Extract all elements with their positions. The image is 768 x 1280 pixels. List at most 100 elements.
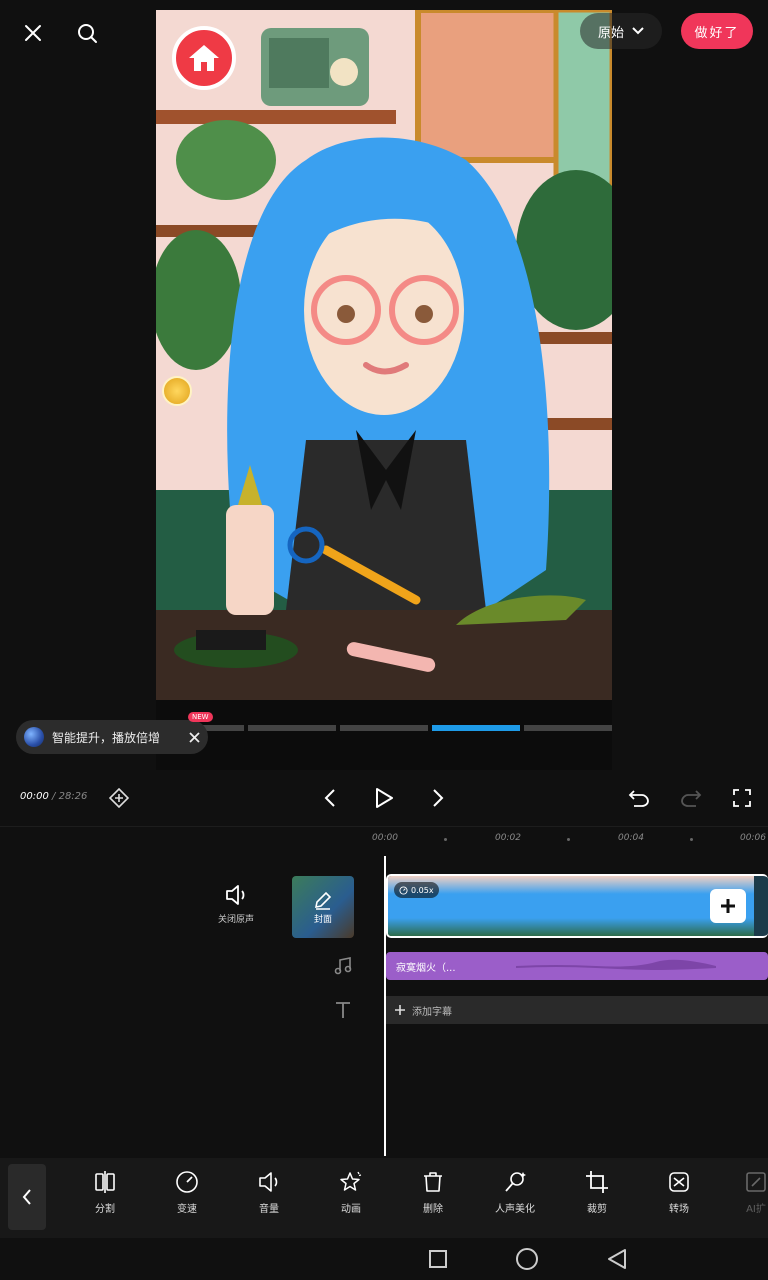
tip-text: 智能提升，播放倍增	[52, 730, 161, 745]
crop-icon	[586, 1171, 608, 1193]
music-track[interactable]: 寂寞烟火（...	[386, 952, 768, 980]
ruler-label: 00:02	[495, 833, 521, 843]
music-note-icon[interactable]	[333, 956, 353, 980]
aspect-ratio-label: 原始	[597, 25, 624, 41]
video-preview[interactable]	[156, 10, 612, 770]
recents-button[interactable]	[425, 1246, 451, 1272]
speed-value: 0.05x	[411, 885, 434, 895]
split-icon	[95, 1171, 115, 1193]
play-icon	[376, 788, 393, 808]
redo-button[interactable]	[678, 785, 704, 811]
edit-toolbar: 分割 变速 音量 动画 删除 人声美化 裁剪 转场 AI扩	[0, 1158, 768, 1238]
tool-animation[interactable]: 动画	[316, 1170, 386, 1215]
mute-original-label: 关闭原声	[217, 915, 254, 925]
plus-icon	[395, 1005, 405, 1015]
cover-button[interactable]: 封面	[292, 876, 354, 938]
home-nav-button[interactable]	[514, 1246, 540, 1272]
tool-label: AI扩	[746, 1204, 766, 1215]
tool-label: 分割	[95, 1204, 115, 1215]
speed-icon	[176, 1171, 198, 1193]
fullscreen-icon	[733, 789, 751, 807]
close-button[interactable]	[16, 16, 50, 50]
add-subtitle-label: 添加字幕	[412, 1006, 452, 1018]
segment-bar	[524, 725, 612, 731]
next-frame-button[interactable]	[425, 785, 451, 811]
tip-close-button[interactable]	[189, 731, 200, 743]
chevron-left-icon	[22, 1189, 31, 1205]
clip-thumbnail	[510, 876, 571, 936]
mute-original-button[interactable]: 关闭原声	[210, 884, 262, 925]
ruler-dot	[444, 838, 447, 841]
transition-icon	[669, 1172, 689, 1192]
speaker-icon	[226, 885, 245, 905]
playhead[interactable]	[384, 856, 386, 1156]
smart-boost-tip[interactable]: 智能提升，播放倍增 NEW	[16, 712, 213, 754]
tool-split[interactable]: 分割	[70, 1170, 140, 1215]
tool-label: 删除	[423, 1204, 443, 1215]
undo-button[interactable]	[626, 785, 652, 811]
plus-icon	[721, 899, 735, 913]
clip-thumbnail	[632, 876, 693, 936]
close-icon	[25, 25, 41, 41]
redo-icon	[681, 790, 702, 807]
speedometer-icon	[399, 885, 408, 895]
audio-waveform	[515, 959, 716, 970]
circle-icon	[516, 1248, 538, 1270]
time-display: 00:00 / 28:26	[20, 791, 87, 802]
chevron-left-icon	[324, 789, 335, 807]
tool-speed[interactable]: 变速	[152, 1170, 222, 1215]
cover-label: 封面	[313, 914, 332, 925]
globe-icon	[24, 727, 44, 747]
coin-badge-icon[interactable]	[162, 376, 192, 406]
keyframe-button[interactable]	[106, 785, 132, 811]
segment-bar-active	[432, 725, 520, 731]
preview-frame-illustration	[156, 10, 612, 770]
voice-beautify-icon	[505, 1172, 526, 1192]
tool-volume[interactable]: 音量	[234, 1170, 304, 1215]
search-button[interactable]	[70, 16, 104, 50]
tool-label: 音量	[259, 1204, 279, 1215]
triangle-back-icon	[608, 1249, 626, 1269]
ruler-dot	[567, 838, 570, 841]
aspect-ratio-dropdown[interactable]: 原始	[580, 13, 662, 49]
clip-thumbnail	[571, 876, 632, 936]
music-title: 寂寞烟火（...	[396, 962, 456, 974]
keyframe-diamond-icon	[109, 788, 129, 808]
done-button[interactable]: 做好了	[681, 13, 753, 49]
segment-bar	[340, 725, 428, 731]
done-button-label: 做好了	[694, 25, 740, 41]
close-icon	[189, 731, 200, 743]
text-icon[interactable]	[333, 1000, 353, 1024]
home-icon	[189, 45, 219, 71]
fullscreen-button[interactable]	[729, 785, 755, 811]
clip-thumbnail	[449, 876, 510, 936]
tool-crop[interactable]: 裁剪	[562, 1170, 632, 1215]
tool-voice-beautify[interactable]: 人声美化	[480, 1170, 550, 1215]
toolbar-back-button[interactable]	[8, 1164, 46, 1230]
tool-label: 动画	[341, 1204, 361, 1215]
tool-label: 人声美化	[495, 1204, 535, 1215]
back-nav-button[interactable]	[604, 1246, 630, 1272]
play-button[interactable]	[371, 785, 397, 811]
tool-ai-expand[interactable]: AI扩	[726, 1170, 768, 1215]
ruler-label: 00:06	[740, 833, 766, 843]
time-ruler[interactable]: 00:00 00:02 00:04 00:06	[0, 826, 768, 850]
previous-frame-button[interactable]	[317, 785, 343, 811]
animation-icon	[340, 1171, 362, 1191]
tool-transition[interactable]: 转场	[644, 1170, 714, 1215]
chevron-down-icon	[632, 27, 644, 35]
tool-delete[interactable]: 删除	[398, 1170, 468, 1215]
ruler-dot	[690, 838, 693, 841]
add-clip-button[interactable]	[710, 889, 746, 923]
add-subtitle-button[interactable]: 添加字幕	[386, 996, 768, 1024]
home-button[interactable]	[172, 26, 236, 90]
current-time: 00:00	[20, 791, 49, 802]
playback-controls: 00:00 / 28:26	[0, 775, 768, 821]
time-separator: /	[52, 791, 56, 802]
undo-icon	[628, 790, 649, 807]
edit-pencil-icon	[314, 891, 332, 910]
chevron-right-icon	[433, 789, 444, 807]
volume-icon	[259, 1172, 278, 1192]
ruler-label: 00:04	[618, 833, 644, 843]
new-badge: NEW	[188, 712, 213, 722]
